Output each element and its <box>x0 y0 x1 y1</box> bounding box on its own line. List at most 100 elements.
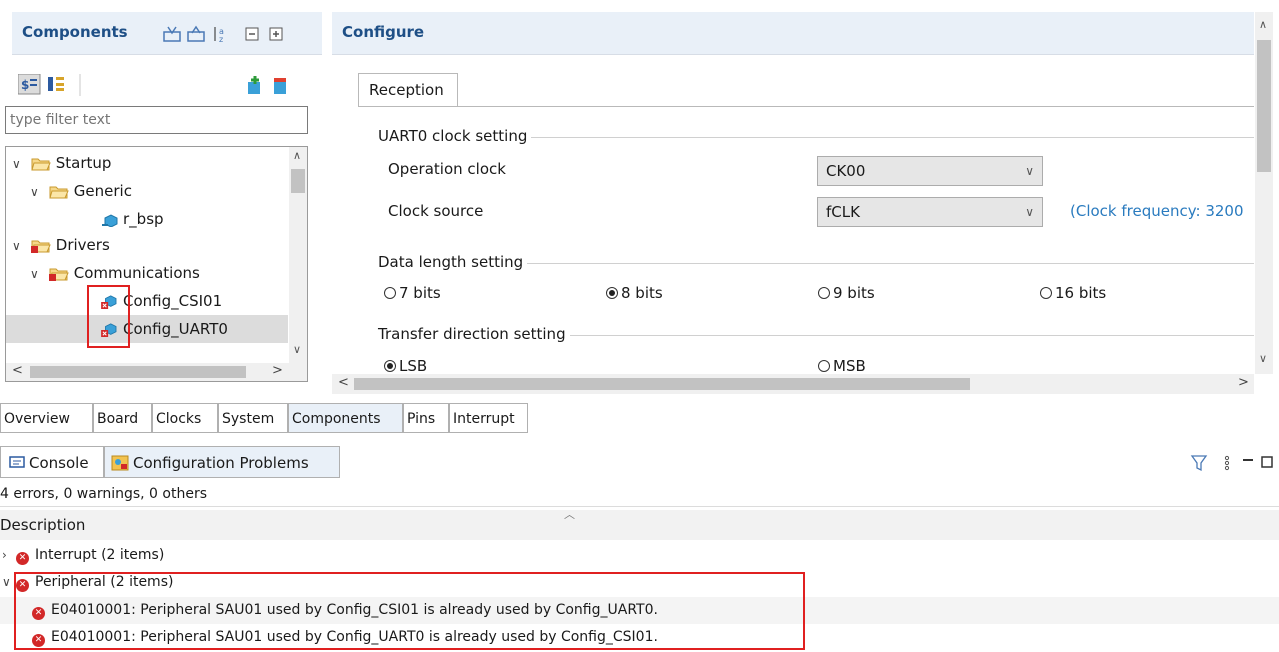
problem-group-interrupt[interactable]: › ✕ Interrupt (2 items) <box>0 542 1279 569</box>
scroll-down-arrow-icon[interactable]: ∨ <box>1259 352 1267 365</box>
components-view-header: Components a z <box>12 12 322 55</box>
tab-console[interactable]: Console <box>0 446 104 478</box>
error-icon: ✕ <box>16 552 29 565</box>
radio-icon <box>818 360 830 372</box>
type-view-icon[interactable] <box>48 77 64 91</box>
radio-16-bits[interactable]: 16 bits <box>1040 284 1106 302</box>
export-icon[interactable] <box>187 25 205 42</box>
radio-selected-icon <box>384 360 396 372</box>
tree-node-generic[interactable]: ∨ Generic <box>30 177 132 205</box>
scroll-up-arrow-icon[interactable]: ∧ <box>293 149 301 162</box>
operation-clock-select[interactable]: CK00 ∨ <box>817 156 1043 186</box>
tree-horizontal-scrollbar[interactable]: < > <box>6 363 307 381</box>
chevron-down-icon[interactable]: ∨ <box>12 150 26 178</box>
chevron-right-icon[interactable]: › <box>2 542 16 569</box>
folder-open-icon <box>49 186 69 198</box>
tab-reception[interactable]: Reception <box>358 73 458 107</box>
clock-source-label: Clock source <box>388 202 484 220</box>
svg-text:$: $ <box>21 78 29 92</box>
folder-error-icon <box>30 240 51 253</box>
peripheral-errors-highlight <box>14 572 805 650</box>
description-column-header[interactable]: Description ︿ <box>0 508 1279 540</box>
radio-lsb[interactable]: LSB <box>384 357 427 375</box>
scrollbar-thumb[interactable] <box>291 169 305 193</box>
console-view-actions <box>1190 455 1273 472</box>
scroll-right-arrow-icon[interactable]: > <box>272 363 283 378</box>
folder-error-icon <box>48 268 69 281</box>
chevron-down-icon[interactable]: ∨ <box>30 260 44 288</box>
component-icon <box>102 213 118 227</box>
tab-content-border <box>358 106 1254 107</box>
tab-interrupt[interactable]: Interrupt <box>449 403 528 433</box>
collapse-all-icon[interactable] <box>245 27 259 41</box>
tree-node-startup[interactable]: ∨ Startup <box>12 149 111 177</box>
components-view-title: Components <box>22 23 128 41</box>
scroll-down-arrow-icon[interactable]: ∨ <box>293 343 301 356</box>
console-tabs: Console Configuration Problems <box>0 446 1279 478</box>
configure-vertical-scrollbar[interactable]: ∧ ∨ <box>1255 12 1273 374</box>
transfer-direction-title: Transfer direction setting <box>374 325 570 343</box>
sort-alpha-icon[interactable]: a z <box>214 27 224 43</box>
category-view-icon[interactable]: $ <box>18 74 41 95</box>
radio-7-bits[interactable]: 7 bits <box>384 284 441 302</box>
components-panel: Components a z $ type filter text ∨ Star… <box>0 0 322 400</box>
configure-view-header: Configure <box>332 12 1254 55</box>
chevron-down-icon: ∨ <box>1025 205 1034 219</box>
svg-text:z: z <box>219 35 223 43</box>
radio-8-bits[interactable]: 8 bits <box>606 284 663 302</box>
filter-icon[interactable] <box>1190 455 1208 472</box>
minimize-icon[interactable] <box>1243 459 1253 461</box>
filter-input[interactable] <box>5 106 308 134</box>
folder-open-icon <box>31 158 51 170</box>
chevron-down-icon[interactable]: ∨ <box>12 232 26 260</box>
chevron-down-icon[interactable]: ∨ <box>30 178 44 206</box>
tree-node-communications[interactable]: ∨ Communications <box>30 259 200 287</box>
radio-selected-icon <box>606 287 618 299</box>
divider <box>0 506 1279 507</box>
console-icon <box>9 456 25 468</box>
tree-node-config-uart0[interactable]: Config_UART0 <box>6 315 288 343</box>
tree-vertical-scrollbar[interactable]: ∧ ∨ <box>289 147 307 363</box>
scroll-right-arrow-icon[interactable]: > <box>1238 375 1249 390</box>
tab-board[interactable]: Board <box>93 403 152 433</box>
tab-pins[interactable]: Pins <box>403 403 449 433</box>
clock-source-select[interactable]: fCLK ∨ <box>817 197 1043 227</box>
tree-node-drivers[interactable]: ∨ Drivers <box>12 231 110 259</box>
scroll-left-arrow-icon[interactable]: < <box>12 363 23 378</box>
scroll-left-arrow-icon[interactable]: < <box>338 375 349 390</box>
components-toolbar: a z <box>163 25 283 43</box>
import-icon[interactable] <box>163 26 181 42</box>
component-actions <box>248 76 286 94</box>
tab-clocks[interactable]: Clocks <box>152 403 218 433</box>
problems-summary: 4 errors, 0 warnings, 0 others <box>0 486 208 502</box>
sort-ascending-icon: ︿ <box>564 508 575 521</box>
tree-node-r-bsp[interactable]: r_bsp <box>102 205 164 233</box>
radio-icon <box>818 287 830 299</box>
tab-configuration-problems[interactable]: Configuration Problems <box>104 446 340 478</box>
radio-icon <box>384 287 396 299</box>
view-mode-toolbar: $ <box>18 74 81 96</box>
add-component-icon[interactable] <box>248 76 260 94</box>
view-menu-icon[interactable] <box>1224 455 1230 471</box>
configure-view-title: Configure <box>342 23 425 41</box>
radio-9-bits[interactable]: 9 bits <box>818 284 875 302</box>
radio-icon <box>1040 287 1052 299</box>
problems-icon <box>111 455 129 471</box>
configure-horizontal-scrollbar[interactable]: < > <box>332 374 1254 394</box>
transfer-direction-group: Transfer direction setting <box>374 325 1254 376</box>
expand-all-icon[interactable] <box>269 27 283 41</box>
tab-system[interactable]: System <box>218 403 288 433</box>
scroll-up-arrow-icon[interactable]: ∧ <box>1259 18 1267 31</box>
radio-msb[interactable]: MSB <box>818 357 866 375</box>
clock-frequency-note: (Clock frequency: 3200 <box>1070 202 1244 220</box>
scrollbar-thumb[interactable] <box>354 378 970 390</box>
clock-setting-title: UART0 clock setting <box>374 127 532 145</box>
editor-tabs: Overview Board Clocks System Components … <box>0 403 528 433</box>
remove-component-icon[interactable] <box>274 78 286 94</box>
operation-clock-label: Operation clock <box>388 160 506 178</box>
scrollbar-thumb[interactable] <box>1257 40 1271 172</box>
maximize-icon[interactable] <box>1261 456 1273 468</box>
tab-overview[interactable]: Overview <box>0 403 93 433</box>
tab-components[interactable]: Components <box>288 403 403 433</box>
scrollbar-thumb[interactable] <box>30 366 246 378</box>
